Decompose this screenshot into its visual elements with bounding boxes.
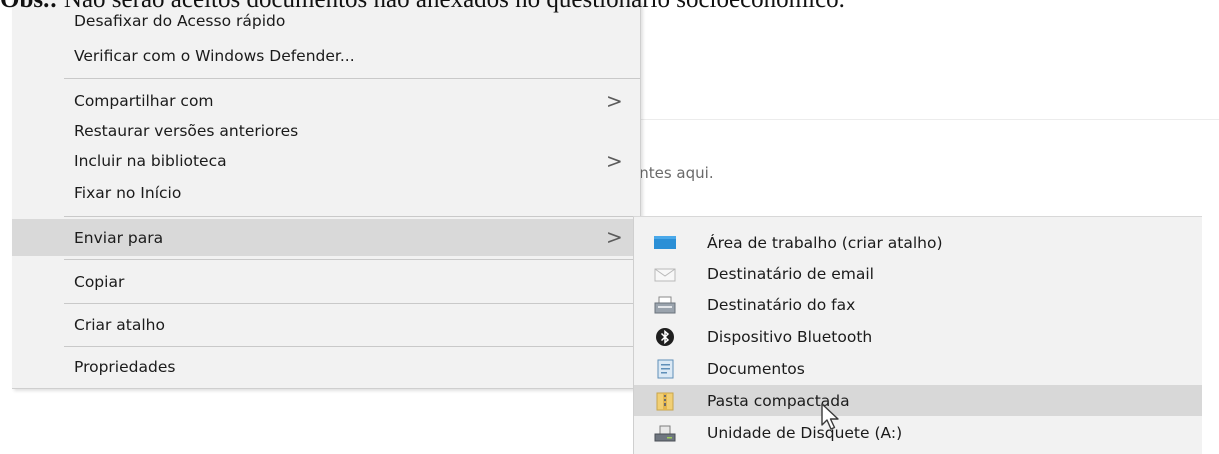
menu-item-label: Propriedades	[74, 358, 176, 376]
menu-separator	[64, 259, 640, 260]
submenu-item-label: Destinatário do fax	[707, 295, 856, 314]
menu-item-label: Criar atalho	[74, 316, 165, 334]
mouse-cursor-icon	[820, 402, 844, 432]
caption-text: Não serão aceitos documentos não anexado…	[58, 0, 845, 13]
explorer-divider	[640, 119, 1219, 120]
submenu-item-fax-recipient[interactable]: Destinatário do fax	[634, 289, 1202, 320]
documents-icon	[654, 359, 676, 379]
submenu-item-label: Documentos	[707, 359, 805, 378]
menu-item-scan-defender[interactable]: Verificar com o Windows Defender...	[12, 38, 640, 74]
submenu-item-desktop-shortcut[interactable]: Área de trabalho (criar atalho)	[634, 227, 1202, 258]
menu-item-properties[interactable]: Propriedades	[12, 349, 640, 385]
menu-item-label: Fixar no Início	[74, 184, 182, 202]
submenu-item-label: Destinatário de email	[707, 264, 874, 283]
send-to-submenu: Área de trabalho (criar atalho) Destinat…	[633, 216, 1202, 454]
menu-item-label: Incluir na biblioteca	[74, 152, 227, 170]
menu-item-label: Copiar	[74, 273, 125, 291]
desktop-icon	[654, 233, 676, 253]
mail-recipient-icon	[654, 264, 676, 284]
caption-bold-label: Obs.:	[0, 0, 58, 13]
submenu-item-bluetooth[interactable]: Dispositivo Bluetooth	[634, 321, 1202, 352]
submenu-item-label: Dispositivo Bluetooth	[707, 327, 873, 346]
menu-separator	[64, 216, 640, 217]
menu-separator	[64, 303, 640, 304]
menu-item-label: Verificar com o Windows Defender...	[74, 47, 355, 65]
menu-item-send-to[interactable]: Enviar para >	[12, 219, 640, 256]
chevron-right-icon: >	[606, 89, 623, 113]
submenu-item-label: Área de trabalho (criar atalho)	[707, 233, 943, 252]
floppy-drive-icon	[654, 423, 676, 443]
submenu-item-compressed-folder[interactable]: Pasta compactada	[634, 385, 1202, 416]
submenu-item-documents[interactable]: Documentos	[634, 353, 1202, 384]
menu-item-include-library[interactable]: Incluir na biblioteca >	[12, 143, 640, 179]
menu-item-label: Compartilhar com	[74, 92, 214, 110]
menu-item-label: Desafixar do Acesso rápido	[74, 12, 286, 30]
zip-folder-icon	[654, 391, 676, 411]
chevron-right-icon: >	[606, 225, 623, 249]
menu-item-label: Restaurar versões anteriores	[74, 122, 299, 140]
menu-item-copy[interactable]: Copiar	[12, 264, 640, 300]
document-caption: Obs.: Não serão aceitos documentos não a…	[0, 0, 1219, 13]
submenu-item-label: Unidade de Disquete (A:)	[707, 423, 903, 442]
fax-icon	[654, 295, 676, 315]
explorer-empty-hint: entes aqui.	[630, 164, 714, 182]
submenu-item-mail-recipient[interactable]: Destinatário de email	[634, 258, 1202, 289]
chevron-right-icon: >	[606, 149, 623, 173]
menu-item-create-shortcut[interactable]: Criar atalho	[12, 307, 640, 343]
menu-separator	[64, 346, 640, 347]
bluetooth-icon	[654, 327, 676, 347]
menu-separator	[64, 78, 640, 79]
menu-item-label: Enviar para	[74, 228, 164, 247]
submenu-item-floppy-drive[interactable]: Unidade de Disquete (A:)	[634, 417, 1202, 448]
context-menu: Desafixar do Acesso rápido Verificar com…	[12, 0, 641, 389]
menu-item-pin-start[interactable]: Fixar no Início	[12, 175, 640, 211]
